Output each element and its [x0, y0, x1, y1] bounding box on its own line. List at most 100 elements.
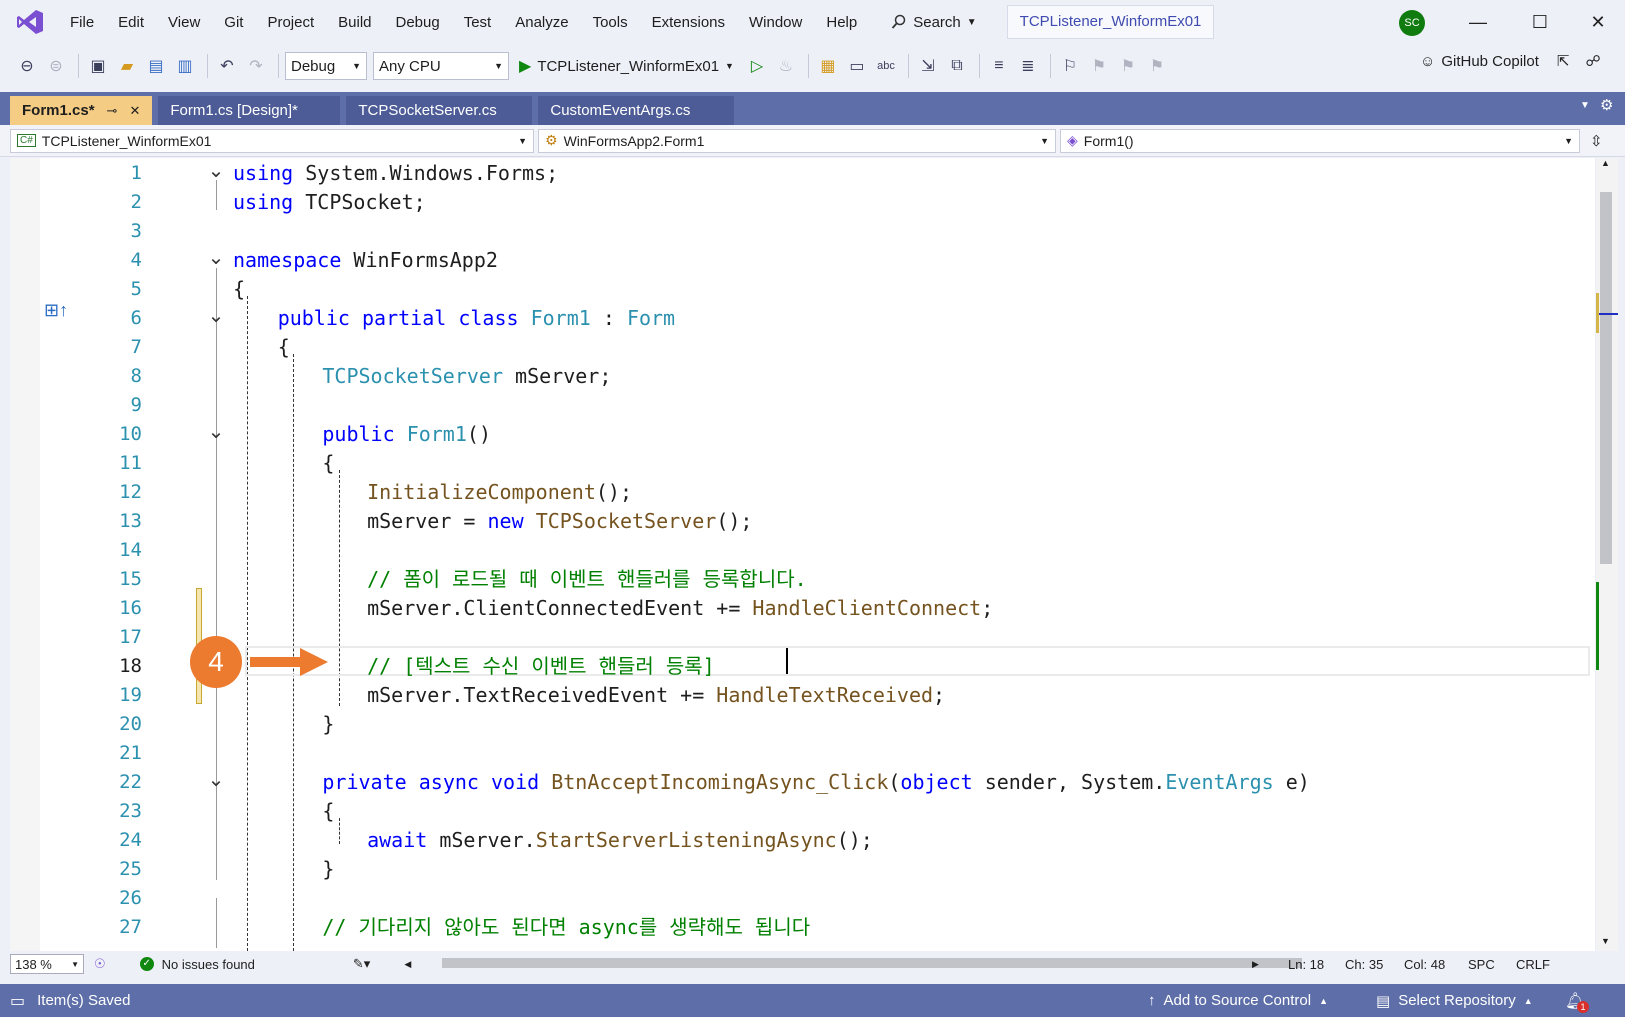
code-line-text[interactable]: using TCPSocket;: [233, 187, 426, 217]
code-line-text[interactable]: TCPSocketServer mServer;: [322, 361, 611, 391]
select-repository-button[interactable]: ▤ Select Repository ▲: [1376, 992, 1533, 1010]
avatar[interactable]: SC: [1399, 10, 1425, 36]
menu-help[interactable]: Help: [814, 14, 869, 31]
line-ending-status[interactable]: CRLF: [1516, 957, 1550, 972]
code-cleanup-icon[interactable]: ✎▾: [353, 956, 370, 972]
menu-tools[interactable]: Tools: [581, 14, 640, 31]
share-icon[interactable]: ⇱: [1557, 52, 1570, 70]
scroll-up-icon[interactable]: ▲: [1601, 158, 1610, 168]
code-editor[interactable]: ⊞↑ 1 ⌄ using System.Windows.Forms; 2 using T…: [10, 158, 1595, 951]
code-line-text[interactable]: {: [322, 796, 334, 826]
step-into-icon[interactable]: ⇲: [915, 53, 941, 79]
previous-bookmark-icon[interactable]: ⚑: [1086, 53, 1112, 79]
feedback-icon[interactable]: ☍: [1585, 52, 1600, 70]
menu-git[interactable]: Git: [212, 14, 255, 31]
save-icon[interactable]: ▤: [143, 53, 169, 79]
member-dropdown[interactable]: ◈ Form1() ▼: [1060, 128, 1580, 153]
whitespace-status[interactable]: SPC: [1468, 957, 1495, 972]
copilot-status-icon[interactable]: ☉: [94, 956, 106, 972]
minimize-icon[interactable]: —: [1458, 8, 1498, 36]
menu-build[interactable]: Build: [326, 14, 383, 31]
collapse-chevron-icon[interactable]: ⌄: [208, 245, 225, 275]
start-without-debugging-icon[interactable]: ▷: [744, 53, 770, 79]
menu-analyze[interactable]: Analyze: [503, 14, 580, 31]
save-all-icon[interactable]: ▥: [172, 53, 198, 79]
code-line-text[interactable]: {: [278, 332, 290, 362]
horizontal-scrollbar-thumb[interactable]: [442, 958, 1302, 968]
forward-icon[interactable]: ⊜: [43, 53, 69, 79]
compare-icon[interactable]: ⧉: [944, 53, 970, 79]
tab-form1-design[interactable]: Form1.cs [Design]*: [158, 96, 341, 125]
spell-check-icon[interactable]: abc: [873, 53, 899, 79]
redo-icon[interactable]: ↷: [243, 53, 269, 79]
char-status[interactable]: Ch: 35: [1345, 957, 1383, 972]
next-bookmark-icon[interactable]: ⚑: [1115, 53, 1141, 79]
column-status[interactable]: Col: 48: [1404, 957, 1445, 972]
tab-customeventargs[interactable]: CustomEventArgs.cs: [538, 96, 735, 125]
menu-project[interactable]: Project: [255, 14, 326, 31]
code-line-text[interactable]: mServer.TextReceivedEvent += HandleTextR…: [367, 680, 945, 710]
gear-icon[interactable]: ⚙: [1600, 96, 1613, 114]
undo-icon[interactable]: ↶: [214, 53, 240, 79]
hot-reload-icon[interactable]: ♨: [773, 53, 799, 79]
search-button[interactable]: Search ▼: [883, 7, 984, 37]
code-line-text[interactable]: mServer.ClientConnectedEvent += HandleCl…: [367, 593, 993, 623]
collapse-chevron-icon[interactable]: ⌄: [208, 767, 225, 797]
code-line-text[interactable]: private async void BtnAcceptIncomingAsyn…: [322, 767, 1309, 797]
menu-debug[interactable]: Debug: [384, 14, 452, 31]
menu-view[interactable]: View: [156, 14, 212, 31]
collapse-chevron-icon[interactable]: ⌄: [208, 303, 225, 333]
menu-test[interactable]: Test: [452, 14, 504, 31]
close-window-icon[interactable]: ✕: [1578, 8, 1618, 36]
tab-form1-cs[interactable]: Form1.cs* ⊸ ✕: [10, 96, 153, 125]
menu-edit[interactable]: Edit: [106, 14, 156, 31]
indent-icon[interactable]: ≡: [986, 53, 1012, 79]
clear-bookmarks-icon[interactable]: ⚑: [1144, 53, 1170, 79]
add-to-source-control-button[interactable]: ↑ Add to Source Control ▲: [1148, 992, 1328, 1009]
code-line-text[interactable]: // 기다리지 않아도 된다면 async를 생략해도 됩니다: [322, 912, 810, 942]
issues-status[interactable]: No issues found: [162, 957, 255, 972]
class-dropdown[interactable]: ⚙ WinFormsApp2.Form1 ▼: [538, 128, 1056, 153]
code-line-text[interactable]: {: [233, 274, 245, 304]
solution-explorer-icon[interactable]: ▦: [815, 53, 841, 79]
outdent-icon[interactable]: ≣: [1015, 53, 1041, 79]
code-line-text[interactable]: public Form1(): [322, 419, 491, 449]
zoom-dropdown[interactable]: 138 % ▼: [10, 954, 84, 974]
split-editor-icon[interactable]: ⇳: [1590, 132, 1603, 150]
maximize-icon[interactable]: ☐: [1520, 8, 1560, 36]
bookmark-icon[interactable]: ⚐: [1057, 53, 1083, 79]
project-dropdown[interactable]: C# TCPListener_WinformEx01 ▼: [10, 128, 534, 153]
output-window-icon[interactable]: ▭: [10, 991, 25, 1011]
github-copilot-button[interactable]: ☺ GitHub Copilot ⇱ ☍: [1420, 52, 1601, 71]
code-line-text[interactable]: // 폼이 로드될 때 이벤트 핸들러를 등록합니다.: [367, 564, 807, 594]
code-line-text[interactable]: namespace WinFormsApp2: [233, 245, 498, 275]
scroll-left-icon[interactable]: ◀: [404, 959, 411, 970]
pin-icon[interactable]: ⊸: [107, 103, 118, 119]
start-debugging-button[interactable]: ▶ TCPListener_WinformEx01 ▼: [519, 56, 734, 76]
configuration-dropdown[interactable]: Debug ▼: [285, 52, 367, 80]
code-line-text[interactable]: mServer = new TCPSocketServer();: [367, 506, 752, 536]
open-folder-icon[interactable]: ▰: [114, 53, 140, 79]
new-project-icon[interactable]: ▣: [85, 53, 111, 79]
code-line-text[interactable]: }: [322, 709, 334, 739]
code-line-text[interactable]: await mServer.StartServerListeningAsync(…: [367, 825, 873, 855]
scroll-down-icon[interactable]: ▼: [1601, 936, 1610, 946]
scroll-right-icon[interactable]: ▶: [1252, 959, 1259, 970]
code-line-text[interactable]: InitializeComponent();: [367, 477, 632, 507]
collapse-chevron-icon[interactable]: ⌄: [208, 158, 225, 188]
scrollbar-thumb[interactable]: [1600, 192, 1612, 564]
menu-extensions[interactable]: Extensions: [640, 14, 737, 31]
tab-overflow-icon[interactable]: ▼: [1580, 100, 1590, 111]
override-icon[interactable]: ⊞↑: [44, 300, 68, 321]
menu-window[interactable]: Window: [737, 14, 814, 31]
code-line-text[interactable]: public partial class Form1 : Form: [278, 303, 675, 333]
vertical-scrollbar[interactable]: ▲ ▼: [1596, 158, 1618, 951]
line-number-status[interactable]: Ln: 18: [1288, 957, 1324, 972]
back-icon[interactable]: ⊖: [14, 53, 40, 79]
tab-tcpsocketserver[interactable]: TCPSocketServer.cs: [346, 96, 533, 125]
menu-file[interactable]: File: [58, 14, 106, 31]
code-line-text[interactable]: // [텍스트 수신 이벤트 핸들러 등록]: [367, 651, 715, 681]
platform-dropdown[interactable]: Any CPU ▼: [373, 52, 509, 80]
code-line-text[interactable]: {: [322, 448, 334, 478]
collapse-chevron-icon[interactable]: ⌄: [208, 419, 225, 449]
